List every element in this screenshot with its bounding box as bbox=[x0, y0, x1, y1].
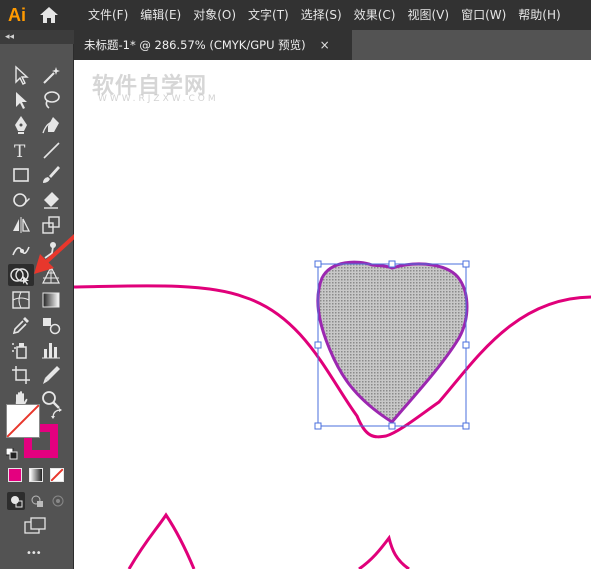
fill-color-swatch[interactable] bbox=[6, 404, 40, 438]
resize-handle-left bbox=[314, 341, 322, 349]
resize-handle-top bbox=[388, 260, 396, 268]
menu-type[interactable]: 文字(T) bbox=[242, 0, 295, 30]
mesh-tool-icon[interactable] bbox=[10, 289, 32, 311]
slice-tool-icon[interactable] bbox=[40, 364, 62, 386]
draw-inside-icon[interactable] bbox=[49, 492, 67, 510]
petal-left bbox=[127, 512, 196, 569]
blend-tool-icon[interactable] bbox=[40, 314, 62, 336]
resize-handle-bottom-left bbox=[314, 422, 322, 430]
width-tool-icon[interactable] bbox=[10, 239, 32, 261]
artboard-canvas[interactable]: 软件自学网 WWW.RJZXW.COM bbox=[74, 60, 591, 569]
eraser-tool-icon[interactable] bbox=[40, 189, 62, 211]
curvature-tool-icon[interactable] bbox=[40, 114, 62, 136]
lasso-tool-icon[interactable] bbox=[40, 89, 62, 111]
shaper-tool-icon[interactable] bbox=[10, 189, 32, 211]
gradient-mode-button[interactable] bbox=[29, 468, 43, 482]
document-tab[interactable]: 未标题-1* @ 286.57% (CMYK/GPU 预览) × bbox=[74, 30, 352, 60]
menu-effect[interactable]: 效果(C) bbox=[348, 0, 402, 30]
selection-tool-icon[interactable] bbox=[10, 64, 32, 86]
menu-view[interactable]: 视图(V) bbox=[401, 0, 455, 30]
symbol-sprayer-tool-icon[interactable] bbox=[10, 339, 32, 361]
resize-handle-top-left bbox=[314, 260, 322, 268]
svg-text:T: T bbox=[14, 142, 26, 161]
swap-fill-stroke-icon[interactable] bbox=[50, 406, 64, 420]
selected-shape bbox=[316, 260, 469, 424]
menu-bar: Ai 文件(F) 编辑(E) 对象(O) 文字(T) 选择(S) 效果(C) 视… bbox=[0, 0, 591, 30]
menu-select[interactable]: 选择(S) bbox=[295, 0, 348, 30]
document-tab-title: 未标题-1* @ 286.57% (CMYK/GPU 预览) bbox=[84, 38, 306, 52]
default-colors-icon[interactable] bbox=[5, 445, 18, 460]
collapse-panel-button[interactable]: ◂◂ bbox=[0, 30, 74, 44]
resize-handle-bottom-right bbox=[462, 422, 470, 430]
petal-right bbox=[358, 534, 410, 569]
reflect-tool-icon[interactable] bbox=[10, 214, 32, 236]
menu-object[interactable]: 对象(O) bbox=[187, 0, 242, 30]
eyedropper-tool-icon[interactable] bbox=[10, 314, 32, 336]
resize-handle-top-right bbox=[462, 260, 470, 268]
menu-window[interactable]: 窗口(W) bbox=[455, 0, 512, 30]
draw-normal-icon[interactable] bbox=[7, 492, 25, 510]
artboard-tool-icon[interactable] bbox=[10, 364, 32, 386]
column-graph-tool-icon[interactable] bbox=[40, 339, 62, 361]
none-mode-button[interactable] bbox=[50, 468, 64, 482]
artwork bbox=[74, 260, 591, 569]
resize-handle-bottom bbox=[388, 422, 396, 430]
menu-help[interactable]: 帮助(H) bbox=[512, 0, 566, 30]
color-mode-button[interactable] bbox=[8, 468, 22, 482]
resize-handle-right bbox=[462, 341, 470, 349]
gradient-tool-icon[interactable] bbox=[40, 289, 62, 311]
tab-bar: 未标题-1* @ 286.57% (CMYK/GPU 预览) × bbox=[74, 30, 591, 60]
menu-items: 文件(F) 编辑(E) 对象(O) 文字(T) 选择(S) 效果(C) 视图(V… bbox=[82, 0, 567, 30]
magic-wand-icon[interactable] bbox=[40, 64, 62, 86]
paintbrush-tool-icon[interactable] bbox=[40, 164, 62, 186]
rectangle-tool-icon[interactable] bbox=[10, 164, 32, 186]
more-tools-button[interactable]: ••• bbox=[26, 548, 42, 559]
close-icon[interactable]: × bbox=[320, 38, 330, 52]
draw-behind-icon[interactable] bbox=[28, 492, 46, 510]
menu-edit[interactable]: 编辑(E) bbox=[134, 0, 187, 30]
direct-selection-tool-icon[interactable] bbox=[10, 89, 32, 111]
app-logo: Ai bbox=[8, 4, 26, 25]
menu-file[interactable]: 文件(F) bbox=[82, 0, 134, 30]
home-icon[interactable] bbox=[34, 0, 64, 30]
line-segment-tool-icon[interactable] bbox=[40, 139, 62, 161]
tools-panel: ◂◂ T ••• bbox=[0, 30, 90, 569]
screen-mode-icon[interactable] bbox=[24, 517, 48, 535]
type-tool-icon[interactable]: T bbox=[10, 139, 32, 162]
pen-tool-icon[interactable] bbox=[10, 114, 32, 136]
